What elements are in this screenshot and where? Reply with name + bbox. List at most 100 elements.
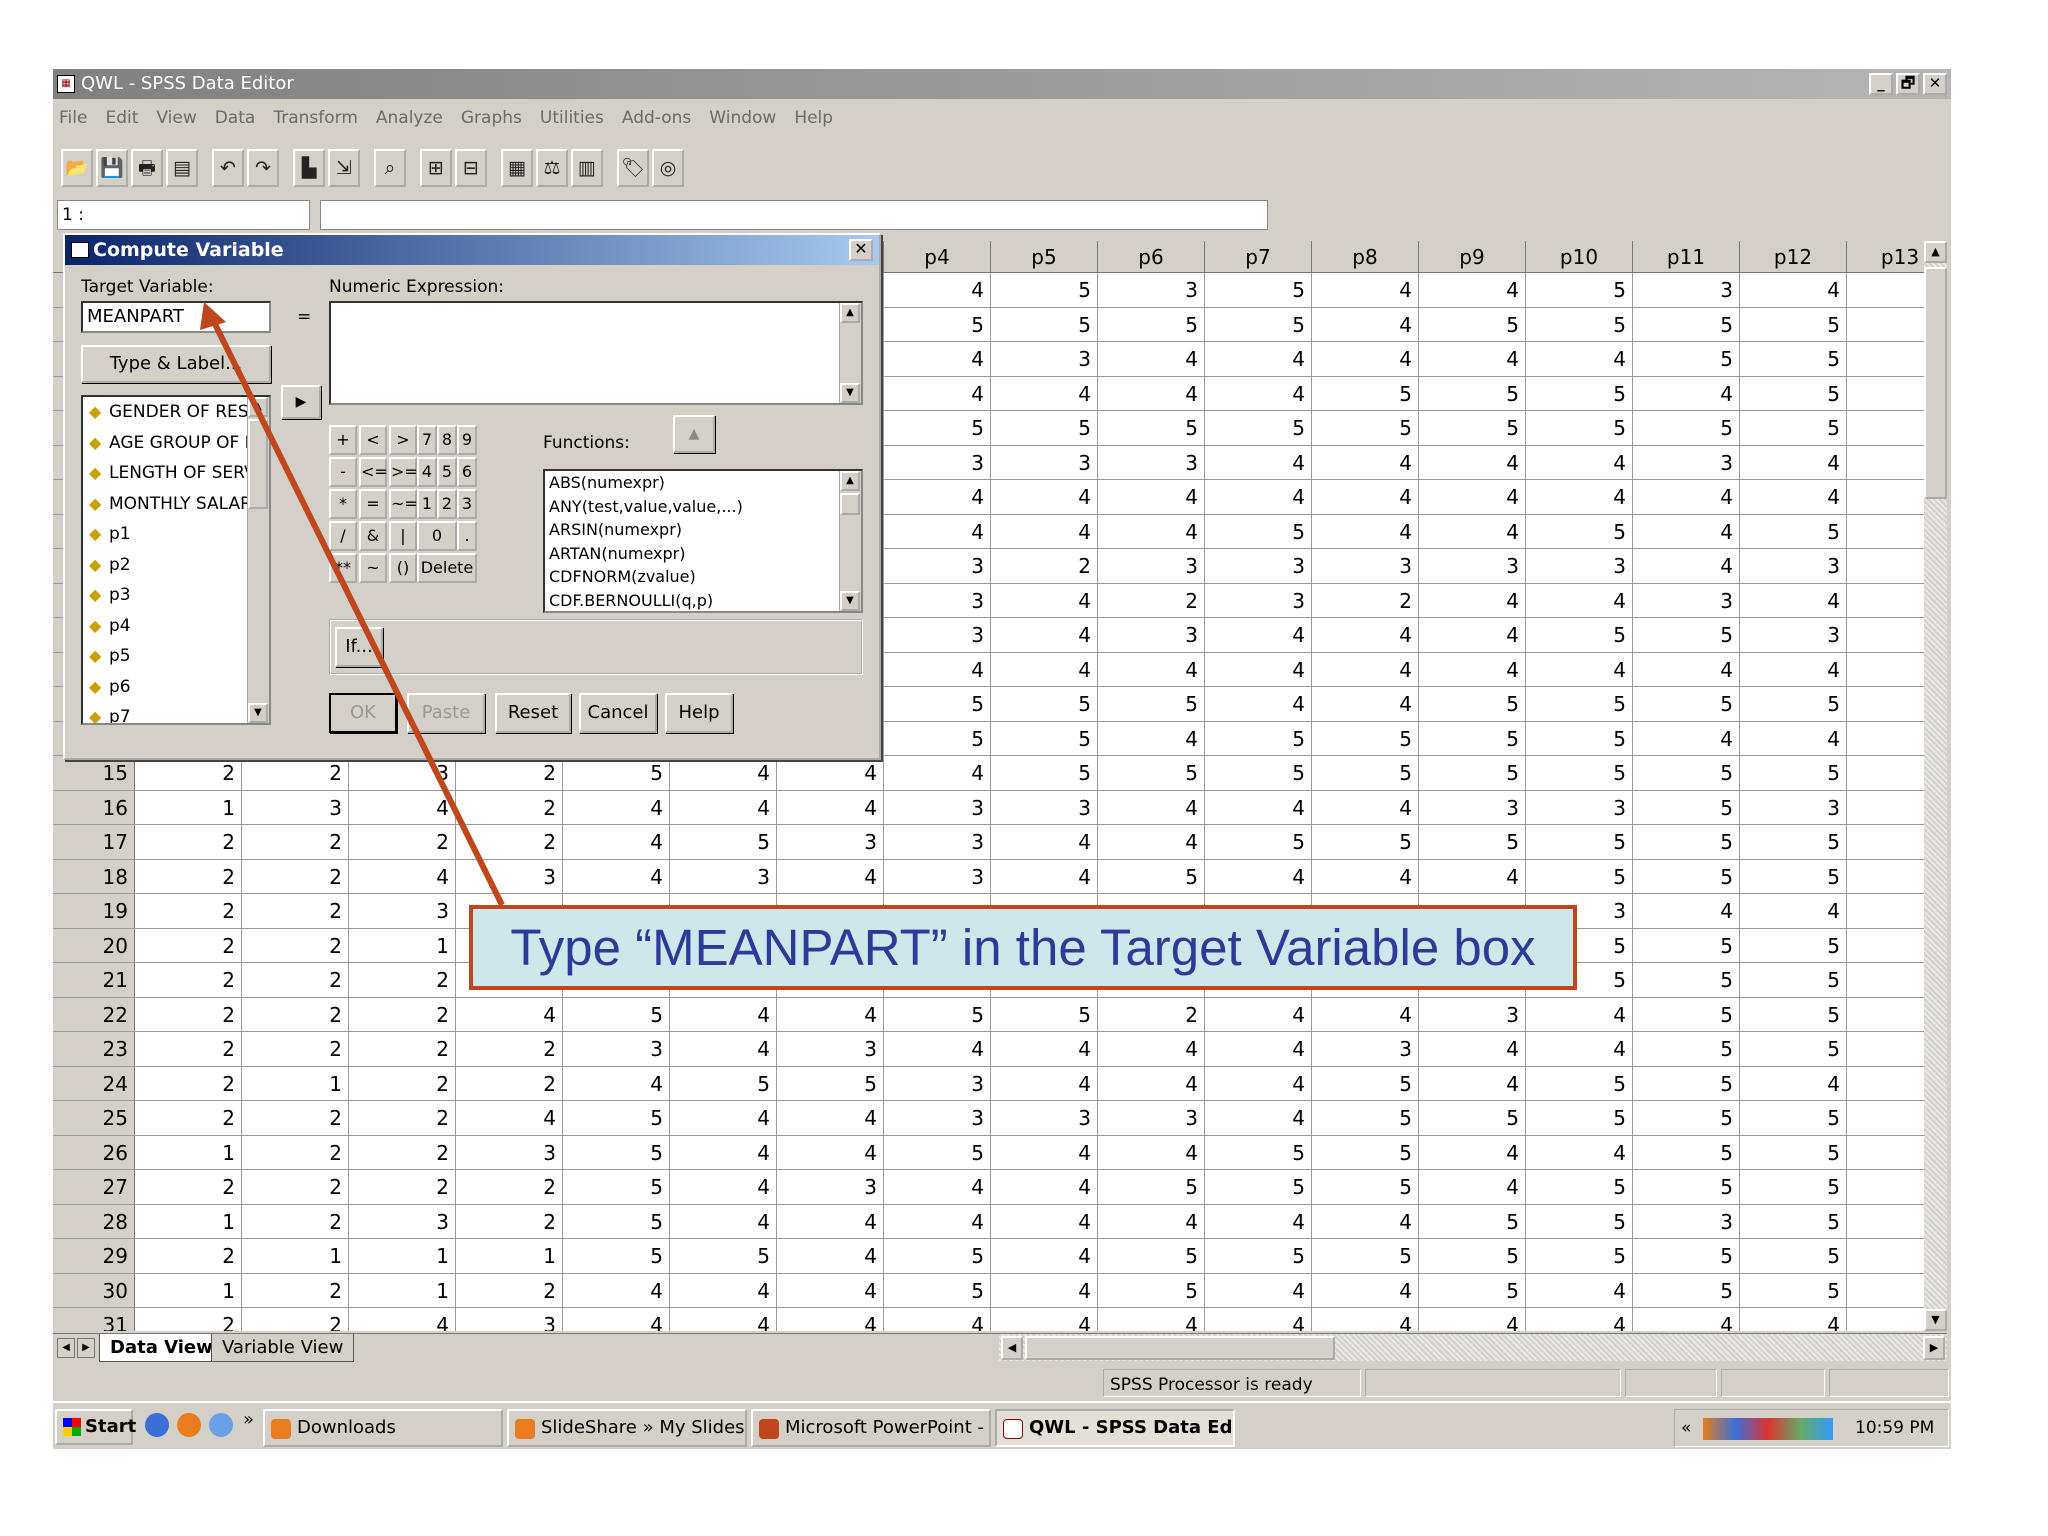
table-cell[interactable]: 5 (884, 1239, 991, 1273)
table-cell[interactable]: 4 (1098, 1066, 1205, 1100)
table-cell[interactable] (1847, 791, 1924, 825)
table-cell[interactable]: 5 (991, 273, 1098, 307)
restore-button[interactable]: 🗗 (1896, 73, 1920, 95)
variable-list-item[interactable]: MONTHLY SALAR (83, 489, 269, 520)
keypad-key[interactable]: * (329, 489, 357, 519)
table-cell[interactable]: 3 (1740, 790, 1847, 824)
table-cell[interactable]: 4 (884, 652, 991, 686)
keypad-key[interactable]: . (457, 521, 477, 551)
table-cell[interactable]: 5 (1419, 825, 1526, 859)
keypad-key[interactable]: & (359, 521, 387, 551)
table-cell[interactable]: 3 (1098, 549, 1205, 583)
table-cell[interactable]: 4 (1205, 1066, 1312, 1100)
table-cell[interactable]: 5 (1633, 997, 1740, 1031)
table-cell[interactable]: 4 (884, 376, 991, 410)
keypad-key[interactable]: ~ (359, 553, 387, 583)
table-cell[interactable]: 4 (349, 1308, 456, 1331)
table-cell[interactable]: 2 (1098, 583, 1205, 617)
table-cell[interactable] (1847, 515, 1924, 549)
variable-list-item[interactable]: p2 (83, 550, 269, 581)
table-row[interactable]: 29 2 1 1 1 5 5 4 5 4 5 5 5 5 5 5 5 (53, 1239, 1924, 1274)
table-cell[interactable]: 4 (670, 997, 777, 1031)
menu-edit[interactable]: Edit (105, 103, 138, 133)
goto-case-icon[interactable]: ⇲ (328, 149, 360, 187)
keypad-key[interactable]: + (329, 425, 357, 455)
table-cell[interactable]: 4 (1205, 859, 1312, 893)
table-cell[interactable]: 4 (1312, 652, 1419, 686)
tab-variable-view[interactable]: Variable View (211, 1334, 355, 1362)
table-cell[interactable] (1847, 1205, 1924, 1239)
firefox-icon[interactable] (177, 1413, 201, 1437)
menu-add-ons[interactable]: Add-ons (622, 103, 691, 133)
select-cases-icon[interactable]: ▥ (571, 149, 603, 187)
table-cell[interactable]: 4 (1526, 997, 1633, 1031)
table-cell[interactable]: 3 (1419, 790, 1526, 824)
table-cell[interactable]: 3 (1526, 790, 1633, 824)
table-cell[interactable]: 4 (670, 1308, 777, 1331)
table-cell[interactable]: 4 (1312, 1308, 1419, 1331)
dialog-recall-icon[interactable]: ▤ (166, 149, 198, 187)
table-cell[interactable] (1847, 308, 1924, 342)
redo-icon[interactable]: ↷ (247, 149, 279, 187)
keypad-key[interactable]: 2 (437, 489, 457, 519)
table-cell[interactable]: 5 (884, 1273, 991, 1307)
table-cell[interactable]: 3 (1205, 583, 1312, 617)
table-cell[interactable]: 4 (884, 342, 991, 376)
table-cell[interactable]: 5 (670, 1239, 777, 1273)
table-cell[interactable]: 5 (1526, 1239, 1633, 1273)
table-cell[interactable]: 1 (349, 1273, 456, 1307)
menu-utilities[interactable]: Utilities (540, 103, 604, 133)
table-cell[interactable]: 2 (456, 1032, 563, 1066)
row-number[interactable]: 23 (53, 1032, 135, 1066)
table-cell[interactable]: 1 (242, 1066, 349, 1100)
column-header[interactable]: p12 (1740, 241, 1847, 273)
function-list-item[interactable]: ARSIN(numexpr) (545, 518, 861, 542)
table-cell[interactable] (1847, 963, 1924, 997)
table-cell[interactable]: 3 (1098, 273, 1205, 307)
table-cell[interactable]: 2 (349, 1135, 456, 1169)
table-cell[interactable]: 5 (1526, 307, 1633, 341)
variable-list-item[interactable]: p6 (83, 672, 269, 703)
table-cell[interactable]: 5 (563, 1170, 670, 1204)
insert-variable-icon[interactable]: ⊟ (455, 149, 487, 187)
row-number[interactable]: 29 (53, 1239, 135, 1273)
table-cell[interactable]: 2 (242, 825, 349, 859)
table-cell[interactable]: 4 (1419, 514, 1526, 548)
table-cell[interactable]: 2 (242, 1170, 349, 1204)
table-cell[interactable]: 4 (1526, 1032, 1633, 1066)
table-cell[interactable]: 5 (1205, 273, 1312, 307)
table-cell[interactable]: 5 (1205, 721, 1312, 755)
table-cell[interactable]: 3 (991, 1101, 1098, 1135)
table-cell[interactable]: 4 (1098, 1204, 1205, 1238)
keypad-key[interactable]: ~= (389, 489, 418, 519)
table-cell[interactable]: 5 (1098, 1273, 1205, 1307)
table-cell[interactable]: 4 (1526, 1273, 1633, 1307)
row-number[interactable]: 17 (53, 825, 135, 859)
keypad-key[interactable]: > (389, 425, 417, 455)
table-cell[interactable] (1847, 929, 1924, 963)
table-cell[interactable]: 4 (670, 1135, 777, 1169)
table-cell[interactable]: 2 (135, 825, 242, 859)
table-cell[interactable]: 5 (1312, 1170, 1419, 1204)
find-icon[interactable]: ⌕ (374, 149, 406, 187)
table-cell[interactable]: 4 (1633, 721, 1740, 755)
table-cell[interactable]: 5 (991, 687, 1098, 721)
varlist-scroll-down-icon[interactable]: ▼ (248, 703, 268, 723)
table-cell[interactable]: 5 (1419, 756, 1526, 790)
table-cell[interactable]: 4 (1205, 445, 1312, 479)
table-cell[interactable]: 4 (777, 1101, 884, 1135)
expr-scroll-up-icon[interactable]: ▲ (840, 303, 860, 323)
variable-list-item[interactable]: p5 (83, 641, 269, 672)
table-cell[interactable]: 5 (1526, 514, 1633, 548)
table-cell[interactable]: 5 (991, 721, 1098, 755)
table-cell[interactable]: 5 (1633, 825, 1740, 859)
numeric-expression-input[interactable]: ▲ ▼ (329, 301, 863, 405)
table-cell[interactable] (1847, 446, 1924, 480)
keypad-key[interactable]: 6 (457, 457, 477, 487)
table-cell[interactable]: 5 (1740, 1204, 1847, 1238)
table-row[interactable]: 28 1 2 3 2 5 4 4 4 4 4 4 4 5 5 3 5 (53, 1204, 1924, 1239)
table-cell[interactable] (1847, 411, 1924, 445)
table-cell[interactable]: 2 (135, 1170, 242, 1204)
table-cell[interactable] (1847, 722, 1924, 756)
row-number[interactable]: 18 (53, 859, 135, 893)
